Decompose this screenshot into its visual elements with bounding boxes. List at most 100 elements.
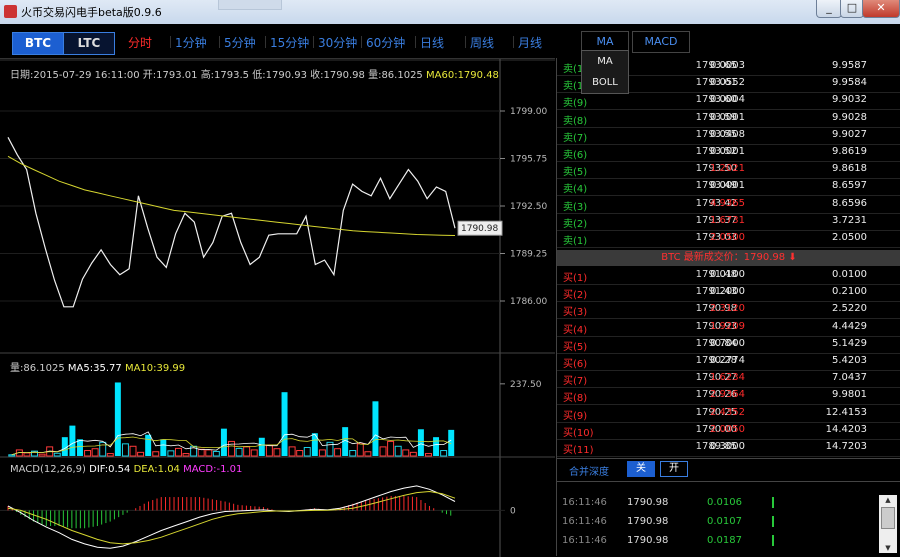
order-amount: 0.0001 (710, 146, 745, 157)
trade-price: 1790.98 (627, 516, 669, 527)
buy-order-row[interactable]: 买(1) 1791.48 0.0100 0.0100 (557, 267, 900, 285)
sell-order-row[interactable]: 卖(1) 1793.03 2.0500 2.0500 (557, 230, 900, 248)
volume-bar (364, 451, 372, 457)
vol-ma5-label: MA5:35.77 (67, 363, 122, 374)
buy-order-row[interactable]: 买(11) 1789.85 0.3000 14.7203 (557, 439, 900, 457)
volume-bar (281, 392, 288, 456)
title-bar: 火币交易闪电手beta版0.9.6 _ □ ✕ (0, 0, 900, 25)
order-total: 8.6596 (832, 197, 867, 209)
chart-area[interactable]: 1799.00 1795.75 1792.50 1789.25 1786.00 1790.… (0, 58, 555, 557)
volume-bar (250, 449, 258, 457)
order-total: 9.9587 (832, 60, 867, 71)
volume-bar (409, 451, 417, 457)
buy-order-row[interactable]: 买(6) 1790.28 0.2774 5.4203 (557, 353, 900, 371)
window-title: 火币交易闪电手beta版0.9.6 (21, 6, 162, 19)
depth-on-button[interactable]: 开 (660, 461, 688, 477)
buy-order-row[interactable]: 买(8) 1790.26 2.9364 9.9801 (557, 387, 900, 406)
order-label: 卖(2) (563, 218, 588, 230)
volume-bar (220, 428, 227, 456)
sell-order-row[interactable]: 卖(3) 1793.42 4.9365 8.6596 (557, 196, 900, 214)
period-tab[interactable]: 日线 (420, 34, 444, 51)
order-label: 卖(7) (563, 132, 588, 144)
order-total: 9.9801 (832, 389, 867, 401)
order-label: 卖(4) (563, 184, 588, 196)
volume-bar (417, 429, 424, 456)
trade-amount: 0.0106 (707, 497, 742, 508)
order-total: 14.7203 (825, 441, 867, 452)
sell-order-row[interactable]: 卖(2) 1793.37 1.6731 3.7231 (557, 213, 900, 231)
order-book-panel: 卖(12) 1793.65 0.0003 9.9587 卖(11) 1793.61 0.05… (556, 58, 900, 556)
volume-bar (61, 437, 68, 456)
period-tab[interactable]: 1分钟 (175, 34, 207, 51)
volume-bar (174, 447, 182, 457)
period-separator (513, 36, 514, 48)
sell-order-row[interactable]: 卖(5) 1793.50 1.2021 9.8618 (557, 161, 900, 180)
dropdown-item-boll[interactable]: BOLL (582, 72, 628, 93)
buy-order-row[interactable]: 买(4) 1790.93 1.9209 4.4429 (557, 319, 900, 337)
volume-bar (76, 439, 83, 456)
indicator-tab-macd[interactable]: MACD (632, 31, 690, 53)
buy-order-row[interactable]: 买(7) 1790.27 1.6234 7.0437 (557, 370, 900, 389)
chart-canvas: 1799.00 1795.75 1792.50 1789.25 1786.00 1790.… (0, 59, 555, 557)
scroll-up-icon[interactable]: ▲ (879, 495, 897, 505)
volume-bar (372, 401, 379, 456)
order-label: 卖(8) (563, 115, 588, 127)
coin-tab-ltc[interactable]: LTC (63, 32, 115, 55)
period-tab[interactable]: 周线 (470, 34, 494, 51)
period-tab[interactable]: 月线 (518, 34, 542, 51)
period-tab[interactable]: 分时 (128, 34, 152, 51)
order-label: 买(7) (563, 376, 588, 388)
sell-order-row[interactable]: 卖(7) 1793.55 0.0408 9.9027 (557, 127, 900, 145)
sell-order-row[interactable]: 卖(9) 1793.60 0.0004 9.9032 (557, 92, 900, 111)
volume-bar (387, 440, 395, 457)
volume-bar (273, 448, 281, 457)
order-amount: 2.0500 (710, 232, 745, 243)
order-total: 0.0100 (832, 269, 867, 280)
macd-info-line: MACD(12,26,9) DIF:0.54 DEA:1.04 MACD:-1.… (10, 464, 242, 475)
volume-bar (53, 452, 61, 457)
trade-time: 16:11:46 (562, 497, 607, 508)
period-tab[interactable]: 30分钟 (318, 34, 357, 51)
period-separator (415, 36, 416, 48)
buy-order-row[interactable]: 买(10) 1790.00 2.0050 14.4203 (557, 422, 900, 440)
sell-order-row[interactable]: 卖(6) 1793.52 0.0001 9.8619 (557, 144, 900, 162)
order-label: 卖(1) (563, 236, 588, 247)
volume-bar (394, 445, 402, 457)
buy-order-row[interactable]: 买(5) 1790.84 0.7000 5.1429 (557, 336, 900, 354)
order-amount: 0.0100 (710, 269, 745, 280)
period-separator (361, 36, 362, 48)
volume-bar (356, 443, 364, 457)
volume-bar (243, 446, 251, 457)
order-amount: 0.0408 (710, 128, 745, 140)
period-tab[interactable]: 60分钟 (366, 34, 405, 51)
sell-order-row[interactable]: 卖(8) 1793.59 0.0001 9.9028 (557, 110, 900, 128)
period-tab[interactable]: 5分钟 (224, 34, 256, 51)
trade-price: 1790.98 (627, 497, 669, 508)
depth-off-button[interactable]: 关 (627, 461, 655, 477)
volume-bar (182, 453, 190, 457)
period-tab[interactable]: 15分钟 (270, 34, 309, 51)
buy-order-row[interactable]: 买(9) 1790.25 2.4352 12.4153 (557, 405, 900, 423)
scroll-down-icon[interactable]: ▼ (879, 543, 897, 553)
volume-bar (296, 450, 304, 457)
trade-row: 16:11:46 1790.98 0.0187 (557, 534, 877, 551)
volume-bar (137, 451, 145, 457)
volume-bar (334, 448, 342, 457)
order-label: 卖(3) (563, 201, 588, 213)
minimize-button[interactable]: _ (816, 0, 842, 18)
close-button[interactable]: ✕ (862, 0, 900, 18)
order-amount: 0.2000 (710, 286, 745, 298)
buy-order-row[interactable]: 买(3) 1790.98 2.3120 2.5220 (557, 301, 900, 320)
volume-bar (38, 453, 46, 457)
order-label: 买(4) (563, 324, 588, 336)
sell-order-row[interactable]: 卖(4) 1793.49 0.0001 8.6597 (557, 178, 900, 197)
buy-order-row[interactable]: 买(2) 1791.43 0.2000 0.2100 (557, 284, 900, 303)
scroll-thumb[interactable] (881, 507, 895, 529)
dropdown-item-ma[interactable]: MA (582, 51, 628, 72)
coin-tab-btc[interactable]: BTC (12, 32, 64, 55)
maximize-button[interactable]: □ (840, 0, 864, 18)
volume-bar (303, 446, 311, 457)
volume-bar (235, 447, 243, 457)
trade-scrollbar[interactable]: ▲ ▼ (879, 495, 897, 553)
last-price-bar: BTC 最新成交价：1790.98 ⬇ (557, 250, 900, 266)
